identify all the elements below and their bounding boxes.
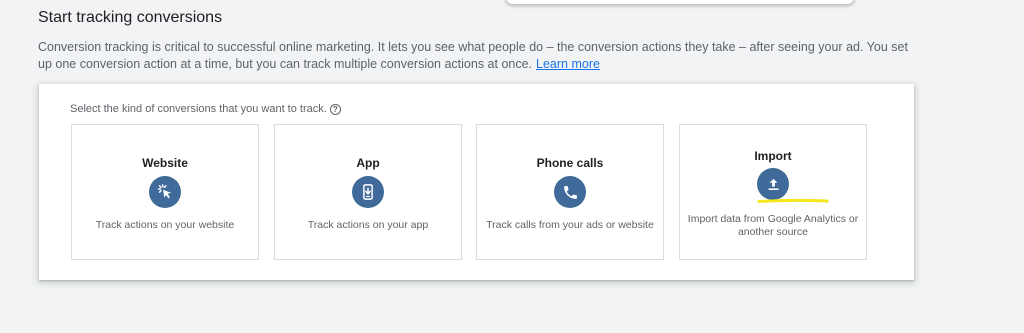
conversion-setup-page: Start tracking conversions Conversion tr… <box>0 0 1024 333</box>
card-description: Track calls from your ads or website <box>486 219 654 231</box>
help-icon[interactable]: ? <box>329 103 341 115</box>
upload-icon <box>757 168 789 200</box>
page-title: Start tracking conversions <box>38 9 223 26</box>
phone-icon <box>554 176 586 208</box>
conversion-prompt: Select the kind of conversions that you … <box>70 103 341 115</box>
card-description: Track actions on your app <box>307 219 429 231</box>
card-website[interactable]: Website Track actions on your website <box>71 124 259 260</box>
card-title: App <box>356 156 380 170</box>
conversion-type-panel: Select the kind of conversions that you … <box>39 84 914 280</box>
card-description: Track actions on your website <box>95 219 235 231</box>
card-title: Website <box>142 156 188 170</box>
smartphone-download-icon <box>352 176 384 208</box>
card-title: Phone calls <box>536 156 604 170</box>
overlay-popup-edge <box>505 0 855 5</box>
card-description: Import data from Google Analytics or ano… <box>687 213 859 238</box>
card-app[interactable]: App Track actions on your app <box>274 124 462 260</box>
yellow-highlight-mark <box>757 198 829 203</box>
learn-more-link[interactable]: Learn more <box>536 57 600 71</box>
conversion-prompt-text: Select the kind of conversions that you … <box>70 103 327 115</box>
card-title: Import <box>754 149 792 163</box>
cursor-click-icon <box>149 176 181 208</box>
intro-paragraph: Conversion tracking is critical to succe… <box>38 39 918 72</box>
card-import[interactable]: Import Import data from Google Analytics… <box>679 124 867 260</box>
card-phone-calls[interactable]: Phone calls Track calls from your ads or… <box>476 124 664 260</box>
intro-text: Conversion tracking is critical to succe… <box>38 40 908 71</box>
